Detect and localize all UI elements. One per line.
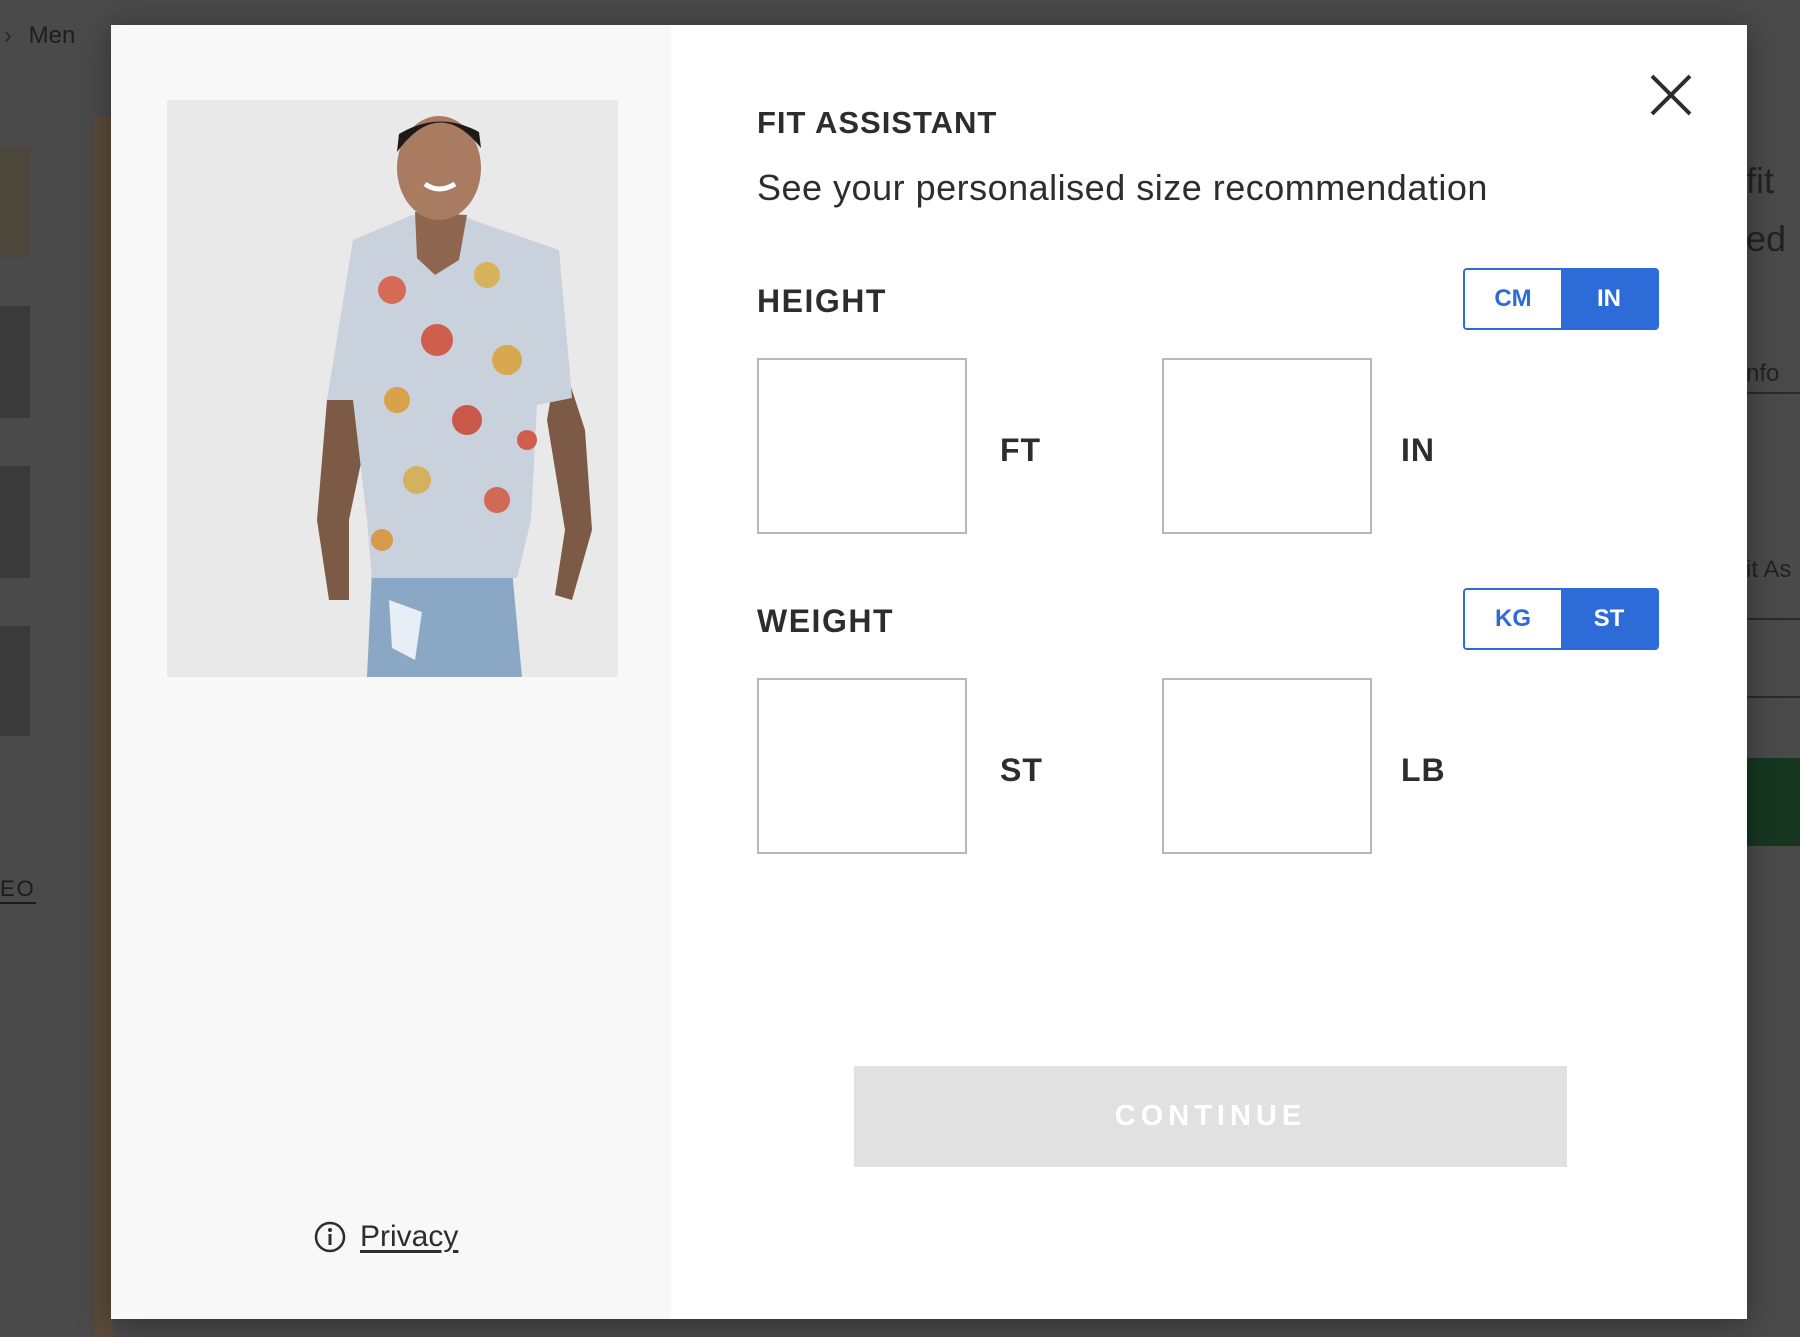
weight-label: WEIGHT <box>757 603 894 639</box>
thumbnail[interactable] <box>0 626 30 736</box>
breadcrumb-men[interactable]: Men <box>29 22 76 49</box>
weight-stone-unit: ST <box>1000 752 1043 788</box>
divider <box>1746 392 1800 394</box>
privacy-link[interactable]: Privacy <box>314 1220 458 1254</box>
breadcrumb-separator: › <box>4 22 12 49</box>
height-unit-in[interactable]: IN <box>1561 270 1657 328</box>
height-inches-input[interactable] <box>1162 358 1372 534</box>
model-wearing-shirt-illustration <box>167 100 618 677</box>
height-feet-input[interactable] <box>757 358 967 534</box>
info-icon <box>314 1221 346 1253</box>
thumbnail[interactable] <box>0 466 30 578</box>
height-unit-toggle: CM IN <box>1463 268 1659 330</box>
close-icon <box>1650 74 1692 116</box>
product-image <box>167 100 618 677</box>
height-label: HEIGHT <box>757 283 887 319</box>
thumbnail[interactable] <box>0 148 30 258</box>
modal-title: FIT ASSISTANT <box>757 105 998 140</box>
modal-subtitle: See your personalised size recommendatio… <box>757 167 1488 208</box>
fit-assistant-modal: Privacy FIT ASSISTANT See your personali… <box>111 25 1747 1319</box>
background-text-fragment: fit <box>1746 160 1775 201</box>
height-inches-unit: IN <box>1401 432 1435 468</box>
close-button[interactable] <box>1646 70 1696 120</box>
divider <box>1746 696 1800 698</box>
continue-button[interactable]: CONTINUE <box>854 1066 1567 1167</box>
weight-unit-kg[interactable]: KG <box>1465 590 1561 648</box>
weight-unit-st[interactable]: ST <box>1561 590 1657 648</box>
weight-pounds-input[interactable] <box>1162 678 1372 854</box>
weight-pounds-unit: LB <box>1401 752 1446 788</box>
add-to-bag-button[interactable] <box>1746 758 1800 846</box>
height-unit-cm[interactable]: CM <box>1465 270 1561 328</box>
weight-stone-input[interactable] <box>757 678 967 854</box>
thumbnail[interactable] <box>0 306 30 418</box>
modal-left-panel: Privacy <box>111 25 671 1319</box>
background-text-fragment: ed <box>1746 218 1787 259</box>
background-link-fragment[interactable]: nfo <box>1746 360 1779 388</box>
privacy-label: Privacy <box>360 1220 459 1253</box>
height-feet-unit: FT <box>1000 432 1042 468</box>
weight-unit-toggle: KG ST <box>1463 588 1659 650</box>
video-link[interactable]: EO <box>0 876 36 904</box>
divider <box>1746 618 1800 620</box>
background-link-fragment[interactable]: it As <box>1746 556 1791 584</box>
breadcrumb: › Men <box>0 22 75 50</box>
